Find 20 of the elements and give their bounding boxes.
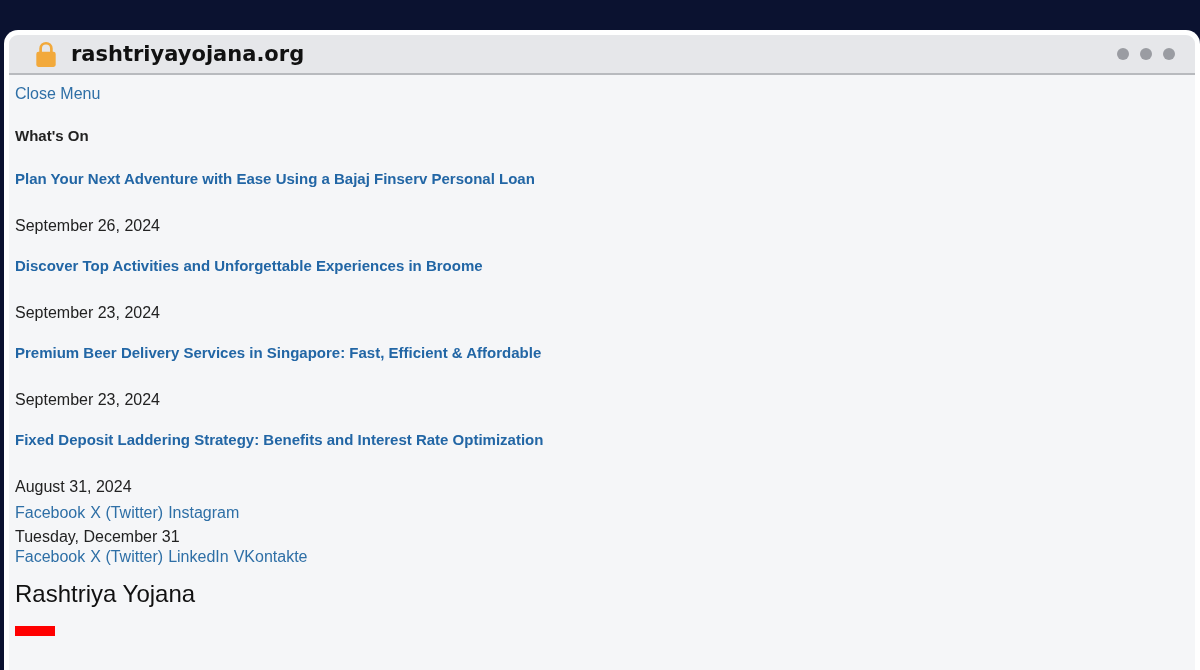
social-link[interactable]: Instagram — [168, 504, 240, 522]
post-date: September 23, 2024 — [15, 391, 160, 409]
social-link[interactable]: LinkedIn — [168, 548, 229, 566]
social-link[interactable]: X (Twitter) — [90, 504, 164, 522]
post-title-link[interactable]: Plan Your Next Adventure with Ease Using a Bajaj Finserv Personal Loan — [15, 170, 535, 187]
current-date: Tuesday, December 31 — [15, 528, 180, 546]
social-link[interactable]: Facebook — [15, 504, 86, 522]
post-date: September 23, 2024 — [15, 304, 160, 322]
post-date: September 26, 2024 — [15, 217, 160, 235]
post-date: August 31, 2024 — [15, 478, 132, 496]
post-title-link[interactable]: Fixed Deposit Laddering Strategy: Benefits and Interest Rate Optimization — [15, 431, 544, 448]
close-menu-link[interactable]: Close Menu — [15, 85, 101, 103]
social-link[interactable]: X (Twitter) — [90, 548, 164, 566]
section-title: What's On — [15, 127, 89, 144]
social-link[interactable]: VKontakte — [233, 548, 308, 566]
post-title-link[interactable]: Discover Top Activities and Unforgettable Experiences in Broome — [15, 257, 483, 274]
post-title-link[interactable]: Premium Beer Delivery Services in Singapore: Fast, Efficient & Affordable — [15, 344, 542, 361]
site-name: Rashtriya Yojana — [15, 580, 196, 608]
social-link[interactable]: Facebook — [15, 548, 86, 566]
address-text[interactable]: rashtriyayojana.org — [71, 42, 305, 66]
